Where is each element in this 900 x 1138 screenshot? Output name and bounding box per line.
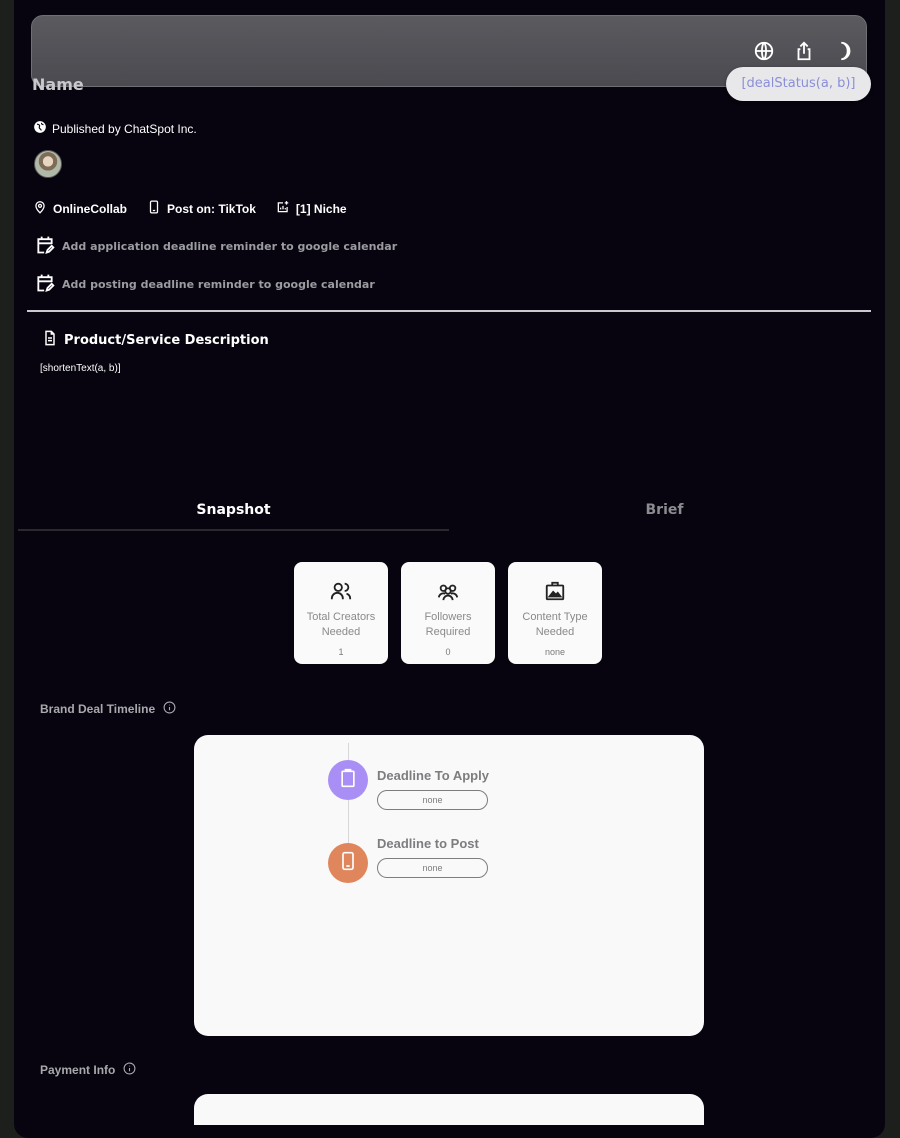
stat-card-followers: Followers Required 0 xyxy=(401,562,495,664)
platform-text: Post on: TikTok xyxy=(167,201,256,216)
moon-icon[interactable] xyxy=(833,40,855,62)
niche-chart-icon xyxy=(276,200,290,217)
stat-card-content-type: Content Type Needed none xyxy=(508,562,602,664)
niche-item: [1] Niche xyxy=(276,200,347,217)
add-application-reminder-button[interactable]: Add application deadline reminder to goo… xyxy=(35,235,397,258)
phone-icon xyxy=(338,851,358,876)
post-deadline-title: Deadline to Post xyxy=(377,836,479,851)
stat-value: 0 xyxy=(445,647,451,657)
publisher-text: Published by ChatSpot Inc. xyxy=(52,121,197,136)
calendar-edit-icon xyxy=(35,273,55,296)
top-actions xyxy=(753,40,855,62)
share-icon[interactable] xyxy=(793,40,815,62)
tab-bar: Snapshot Brief xyxy=(18,495,880,531)
niche-text: [1] Niche xyxy=(295,201,347,216)
payment-card xyxy=(194,1094,704,1125)
add-posting-reminder-button[interactable]: Add posting deadline reminder to google … xyxy=(35,273,375,296)
apply-deadline-title: Deadline To Apply xyxy=(377,768,489,783)
followers-icon xyxy=(436,584,460,606)
calendar-edit-icon xyxy=(35,235,55,258)
location-item: OnlineCollab xyxy=(33,200,127,217)
publisher-row: Published by ChatSpot Inc. xyxy=(33,120,197,137)
timeline-card: Deadline To Apply none Deadline to Post … xyxy=(194,735,704,1036)
timeline-label: Brand Deal Timeline xyxy=(40,701,176,717)
platform-item: Post on: TikTok xyxy=(147,200,256,217)
globe-icon[interactable] xyxy=(753,40,775,62)
apply-deadline-dot xyxy=(328,760,368,800)
stat-label: Content Type Needed xyxy=(522,611,588,638)
payment-info-label: Payment Info xyxy=(40,1062,136,1078)
stat-label: Total Creators Needed xyxy=(306,611,376,638)
post-deadline-value: none xyxy=(377,858,488,878)
document-icon xyxy=(42,330,58,350)
deal-name: Name xyxy=(32,75,84,94)
location-pin-icon xyxy=(33,200,47,217)
stats-row: Total Creators Needed 1 Followers Required… xyxy=(294,562,602,664)
description-heading: Product/Service Description xyxy=(42,330,269,350)
location-text: OnlineCollab xyxy=(53,201,128,216)
tab-snapshot[interactable]: Snapshot xyxy=(18,495,449,531)
publisher-avatar[interactable] xyxy=(34,150,62,178)
apply-deadline-value: none xyxy=(377,790,488,810)
info-icon[interactable] xyxy=(123,1062,136,1078)
application-reminder-label: Add application deadline reminder to goo… xyxy=(62,240,398,253)
description-text: [shortenText(a, b)] xyxy=(40,363,121,374)
section-divider xyxy=(27,310,871,312)
meta-row: OnlineCollab Post on: TikTok [1] Niche xyxy=(33,200,347,217)
users-icon xyxy=(329,582,353,606)
deal-status-badge: [dealStatus(a, b)] xyxy=(726,67,871,101)
post-deadline-dot xyxy=(328,843,368,883)
clipboard-icon xyxy=(338,768,358,793)
stat-card-creators: Total Creators Needed 1 xyxy=(294,562,388,664)
stat-label: Followers Required xyxy=(424,611,472,638)
earth-icon xyxy=(33,120,47,137)
stat-value: none xyxy=(544,647,566,657)
deal-card: Name [dealStatus(a, b)] Published by Cha… xyxy=(14,0,885,1138)
description-title: Product/Service Description xyxy=(64,332,269,348)
info-icon[interactable] xyxy=(163,701,176,717)
stat-value: 1 xyxy=(338,647,344,657)
phone-icon xyxy=(147,200,161,217)
posting-reminder-label: Add posting deadline reminder to google … xyxy=(62,278,375,291)
tab-brief[interactable]: Brief xyxy=(449,495,880,531)
content-type-icon xyxy=(543,581,567,606)
